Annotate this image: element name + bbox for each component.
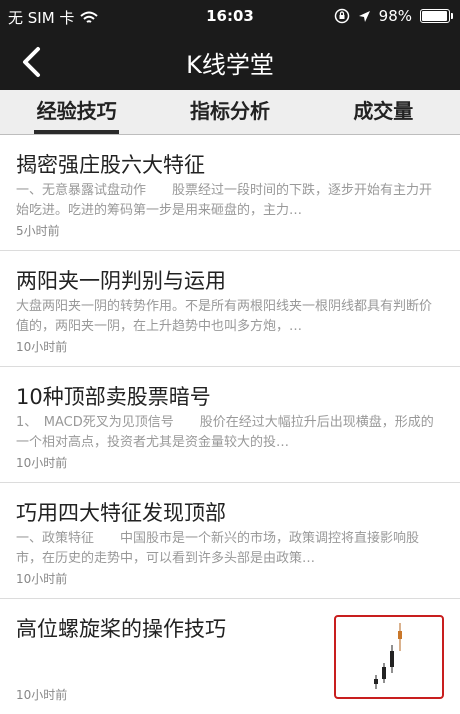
article-summary: 一、政策特征 中国股市是一个新兴的市场，政策调控将直接影响股市，在历史的走势中，…: [16, 531, 420, 566]
location-arrow-icon: [358, 10, 370, 22]
article-time: 10小时前: [16, 688, 68, 702]
article-title: 巧用四大特征发现顶部: [16, 501, 226, 525]
list-item[interactable]: 高位螺旋桨的操作技巧 10小时前: [0, 599, 460, 714]
nav-bar: K线学堂: [0, 32, 460, 90]
candlestick-chart-icon: [374, 623, 402, 689]
article-time: 10小时前: [16, 340, 68, 354]
article-title: 揭密强庄股六大特征: [16, 153, 205, 177]
article-summary: 1、 MACD死叉为见顶信号 股价在经过大幅拉升后出现横盘，形成的一个相对高点，…: [16, 415, 434, 450]
article-list: 揭密强庄股六大特征 一、无意暴露试盘动作 股票经过一段时间的下跌，逐步开始有主力…: [0, 135, 460, 714]
article-title: 两阳夹一阴判别与运用: [16, 269, 226, 293]
battery-percent: 98%: [378, 7, 412, 25]
tab-indicator-analysis[interactable]: 指标分析: [153, 90, 306, 134]
article-thumbnail: [334, 615, 444, 699]
battery-icon: [420, 9, 453, 23]
article-summary: 大盘两阳夹一阴的转势作用。不是所有两根阳线夹一根阴线都具有判断价值的，两阳夹一阴…: [16, 299, 433, 334]
article-time: 10小时前: [16, 572, 68, 586]
article-title: 10种顶部卖股票暗号: [16, 385, 211, 409]
list-item[interactable]: 两阳夹一阴判别与运用 大盘两阳夹一阴的转势作用。不是所有两根阳线夹一根阴线都具有…: [0, 251, 460, 367]
list-item[interactable]: 10种顶部卖股票暗号 1、 MACD死叉为见顶信号 股价在经过大幅拉升后出现横盘…: [0, 367, 460, 483]
article-title: 高位螺旋桨的操作技巧: [16, 617, 226, 641]
status-right: 98%: [334, 7, 453, 25]
list-item[interactable]: 巧用四大特征发现顶部 一、政策特征 中国股市是一个新兴的市场，政策调控将直接影响…: [0, 483, 460, 599]
tab-experience-tips[interactable]: 经验技巧: [0, 90, 153, 134]
status-bar: 无 SIM 卡 16:03 98%: [0, 0, 460, 32]
article-time: 10小时前: [16, 456, 68, 470]
rotation-lock-icon: [334, 8, 349, 24]
tab-bar: 经验技巧 指标分析 成交量: [0, 90, 460, 135]
list-item[interactable]: 揭密强庄股六大特征 一、无意暴露试盘动作 股票经过一段时间的下跌，逐步开始有主力…: [0, 135, 460, 251]
page-title: K线学堂: [186, 51, 274, 79]
tab-volume[interactable]: 成交量: [307, 90, 460, 134]
article-summary: 一、无意暴露试盘动作 股票经过一段时间的下跌，逐步开始有主力开始吃进。吃进的筹码…: [16, 183, 433, 218]
article-time: 5小时前: [16, 224, 60, 238]
